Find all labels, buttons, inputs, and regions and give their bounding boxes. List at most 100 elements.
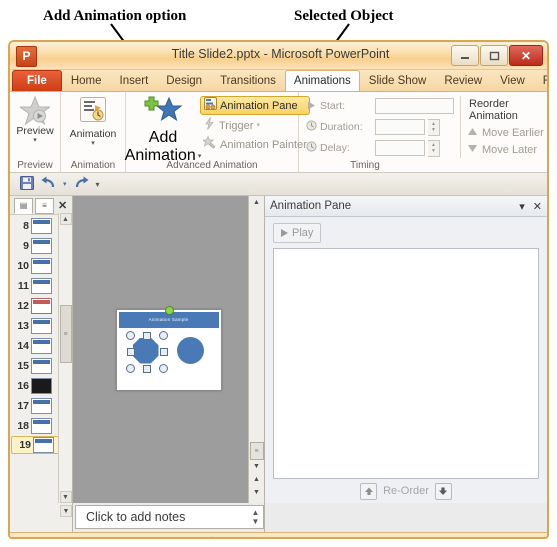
undo-icon[interactable]	[41, 176, 56, 192]
slides-scroll-down-icon[interactable]: ▼	[60, 505, 72, 517]
customize-qat-icon[interactable]: ▾	[96, 180, 100, 189]
previous-slide-icon[interactable]: ▲	[250, 473, 264, 486]
notes-scroll-stepper[interactable]: ▲ ▼	[249, 507, 262, 527]
zoom-slider-handle[interactable]	[411, 538, 422, 539]
reorder-up-button[interactable]	[360, 482, 378, 500]
animation-pane-button[interactable]: Animation Pane	[200, 96, 310, 115]
selection-handle-se[interactable]	[158, 363, 168, 373]
tab-animations[interactable]: Animations	[284, 70, 360, 91]
reading-view-button[interactable]	[314, 536, 332, 537]
scroll-up-icon[interactable]: ▲	[59, 213, 72, 225]
animation-painter-button[interactable]: Animation Painter	[200, 135, 310, 153]
slide-number: 8	[23, 220, 29, 232]
slide-thumbnail-image	[31, 218, 52, 234]
tab-format[interactable]: Format	[534, 70, 547, 91]
minimize-icon[interactable]	[451, 45, 479, 66]
play-icon	[281, 228, 288, 237]
zoom-in-button[interactable]: +	[502, 537, 517, 539]
octagon-shape[interactable]	[132, 337, 159, 364]
save-icon[interactable]	[20, 175, 34, 193]
status-bar: Slide 19 of 19 "Office Theme"	[10, 532, 547, 539]
scrollbar-thumb[interactable]: ≡	[249, 442, 264, 460]
delay-stepper[interactable]: ▲ ▼	[428, 139, 440, 157]
selection-handle-e[interactable]	[159, 347, 168, 356]
trigger-button[interactable]: Trigger ▾	[200, 116, 310, 134]
tab-slide-show[interactable]: Slide Show	[360, 70, 436, 91]
notes-pane[interactable]: Click to add notes ▲ ▼	[75, 505, 264, 529]
slideshow-button[interactable]	[336, 536, 354, 537]
duration-input[interactable]	[375, 119, 425, 135]
play-button-label: Play	[292, 226, 314, 239]
tab-home[interactable]: Home	[62, 70, 111, 91]
pane-close-icon[interactable]: ✕	[533, 200, 542, 213]
slide-canvas[interactable]: Animation Sample	[115, 305, 222, 391]
notes-scroll-down-icon[interactable]: ▼	[252, 517, 260, 526]
zoom-out-button[interactable]: −	[391, 537, 406, 539]
selection-handle-ne[interactable]	[158, 330, 168, 340]
animation-list[interactable]	[273, 248, 539, 479]
title-bar: P Title Slide2.pptx - Microsoft PowerPoi…	[10, 42, 547, 70]
ribbon-group-timing: Start: Duration: ▲ ▼ Delay: ▲ ▼ Reorder …	[299, 92, 547, 172]
selection-handle-n[interactable]	[142, 331, 151, 340]
tab-insert[interactable]: Insert	[111, 70, 158, 91]
selection-handle-w[interactable]	[126, 347, 135, 356]
close-panel-icon[interactable]: ✕	[58, 199, 67, 212]
slide-sorter-button[interactable]	[292, 536, 310, 537]
selection-handle-sw[interactable]	[125, 363, 135, 373]
scrollbar-thumb[interactable]: ≡	[59, 305, 72, 363]
preview-button[interactable]: Preview ▾	[10, 92, 60, 144]
move-later-icon	[467, 144, 478, 156]
selection-handle-nw[interactable]	[125, 330, 135, 340]
scroll-down-icon[interactable]: ▼	[250, 460, 264, 473]
undo-dropdown-icon[interactable]: ▾	[63, 180, 67, 188]
play-button[interactable]: Play	[273, 222, 322, 243]
notes-scroll-up-icon[interactable]: ▲	[252, 508, 260, 517]
fit-to-window-button[interactable]	[522, 536, 539, 537]
tab-file[interactable]: File	[12, 70, 62, 91]
outline-tab[interactable]: ≡	[35, 197, 54, 214]
slide-area-scrollbar[interactable]: ▲ ≡ ▼ ▲ ▼	[248, 196, 264, 503]
add-animation-button[interactable]: Add Animation ▾	[125, 94, 201, 165]
animation-pane-footer: Re-Order	[265, 479, 547, 503]
start-dropdown[interactable]	[375, 98, 454, 114]
timing-fields: Start: Duration: ▲ ▼ Delay: ▲ ▼	[299, 96, 454, 158]
slides-panel-scrollbar[interactable]: ▲ ≡ ▼	[58, 213, 72, 503]
delay-input[interactable]	[375, 140, 425, 156]
animation-button-label: Animation	[69, 128, 117, 140]
animation-gallery-button[interactable]: Animation ▾	[61, 92, 125, 147]
trigger-caret-icon[interactable]: ▾	[256, 122, 260, 129]
next-slide-icon[interactable]: ▼	[250, 486, 264, 499]
preview-caret-icon[interactable]: ▾	[33, 137, 37, 144]
tab-review[interactable]: Review	[435, 70, 491, 91]
slide-number: 18	[17, 420, 29, 432]
slide-edit-area[interactable]: Animation Sample ▲ ≡ ▼ ▲ ▼	[73, 196, 264, 503]
spellcheck-icon[interactable]	[188, 536, 223, 537]
slide-number: 9	[23, 240, 29, 252]
selection-handle-s[interactable]	[142, 364, 151, 373]
slides-tab[interactable]: ▤	[14, 197, 33, 214]
maximize-icon[interactable]	[480, 45, 508, 66]
powerpoint-window: P Title Slide2.pptx - Microsoft PowerPoi…	[8, 40, 549, 539]
scroll-down-icon[interactable]: ▼	[59, 491, 72, 503]
reorder-down-button[interactable]	[434, 482, 452, 500]
rotate-handle[interactable]	[164, 305, 174, 315]
slide-number: 11	[17, 280, 29, 292]
tab-view[interactable]: View	[491, 70, 534, 91]
slide-thumbnail-image	[31, 238, 52, 254]
animation-painter-label: Animation Painter	[220, 138, 307, 151]
tab-transitions[interactable]: Transitions	[211, 70, 285, 91]
close-icon[interactable]: ✕	[509, 45, 543, 66]
move-earlier-button[interactable]: Move Earlier	[467, 124, 547, 141]
tab-design[interactable]: Design	[157, 70, 211, 91]
normal-view-button[interactable]	[270, 536, 288, 537]
slide-thumbnail-image	[31, 298, 52, 314]
scroll-up-icon[interactable]: ▲	[250, 196, 264, 209]
animation-caret-icon[interactable]: ▾	[91, 140, 95, 147]
circle-shape[interactable]	[176, 336, 204, 364]
annotation-add-animation: Add Animation option	[43, 8, 187, 24]
redo-icon[interactable]	[74, 176, 89, 192]
duration-stepper[interactable]: ▲ ▼	[428, 118, 440, 136]
move-later-button[interactable]: Move Later	[467, 141, 547, 158]
pane-menu-caret-icon[interactable]: ▾	[519, 200, 525, 213]
slide-thumbnail-image	[31, 398, 52, 414]
